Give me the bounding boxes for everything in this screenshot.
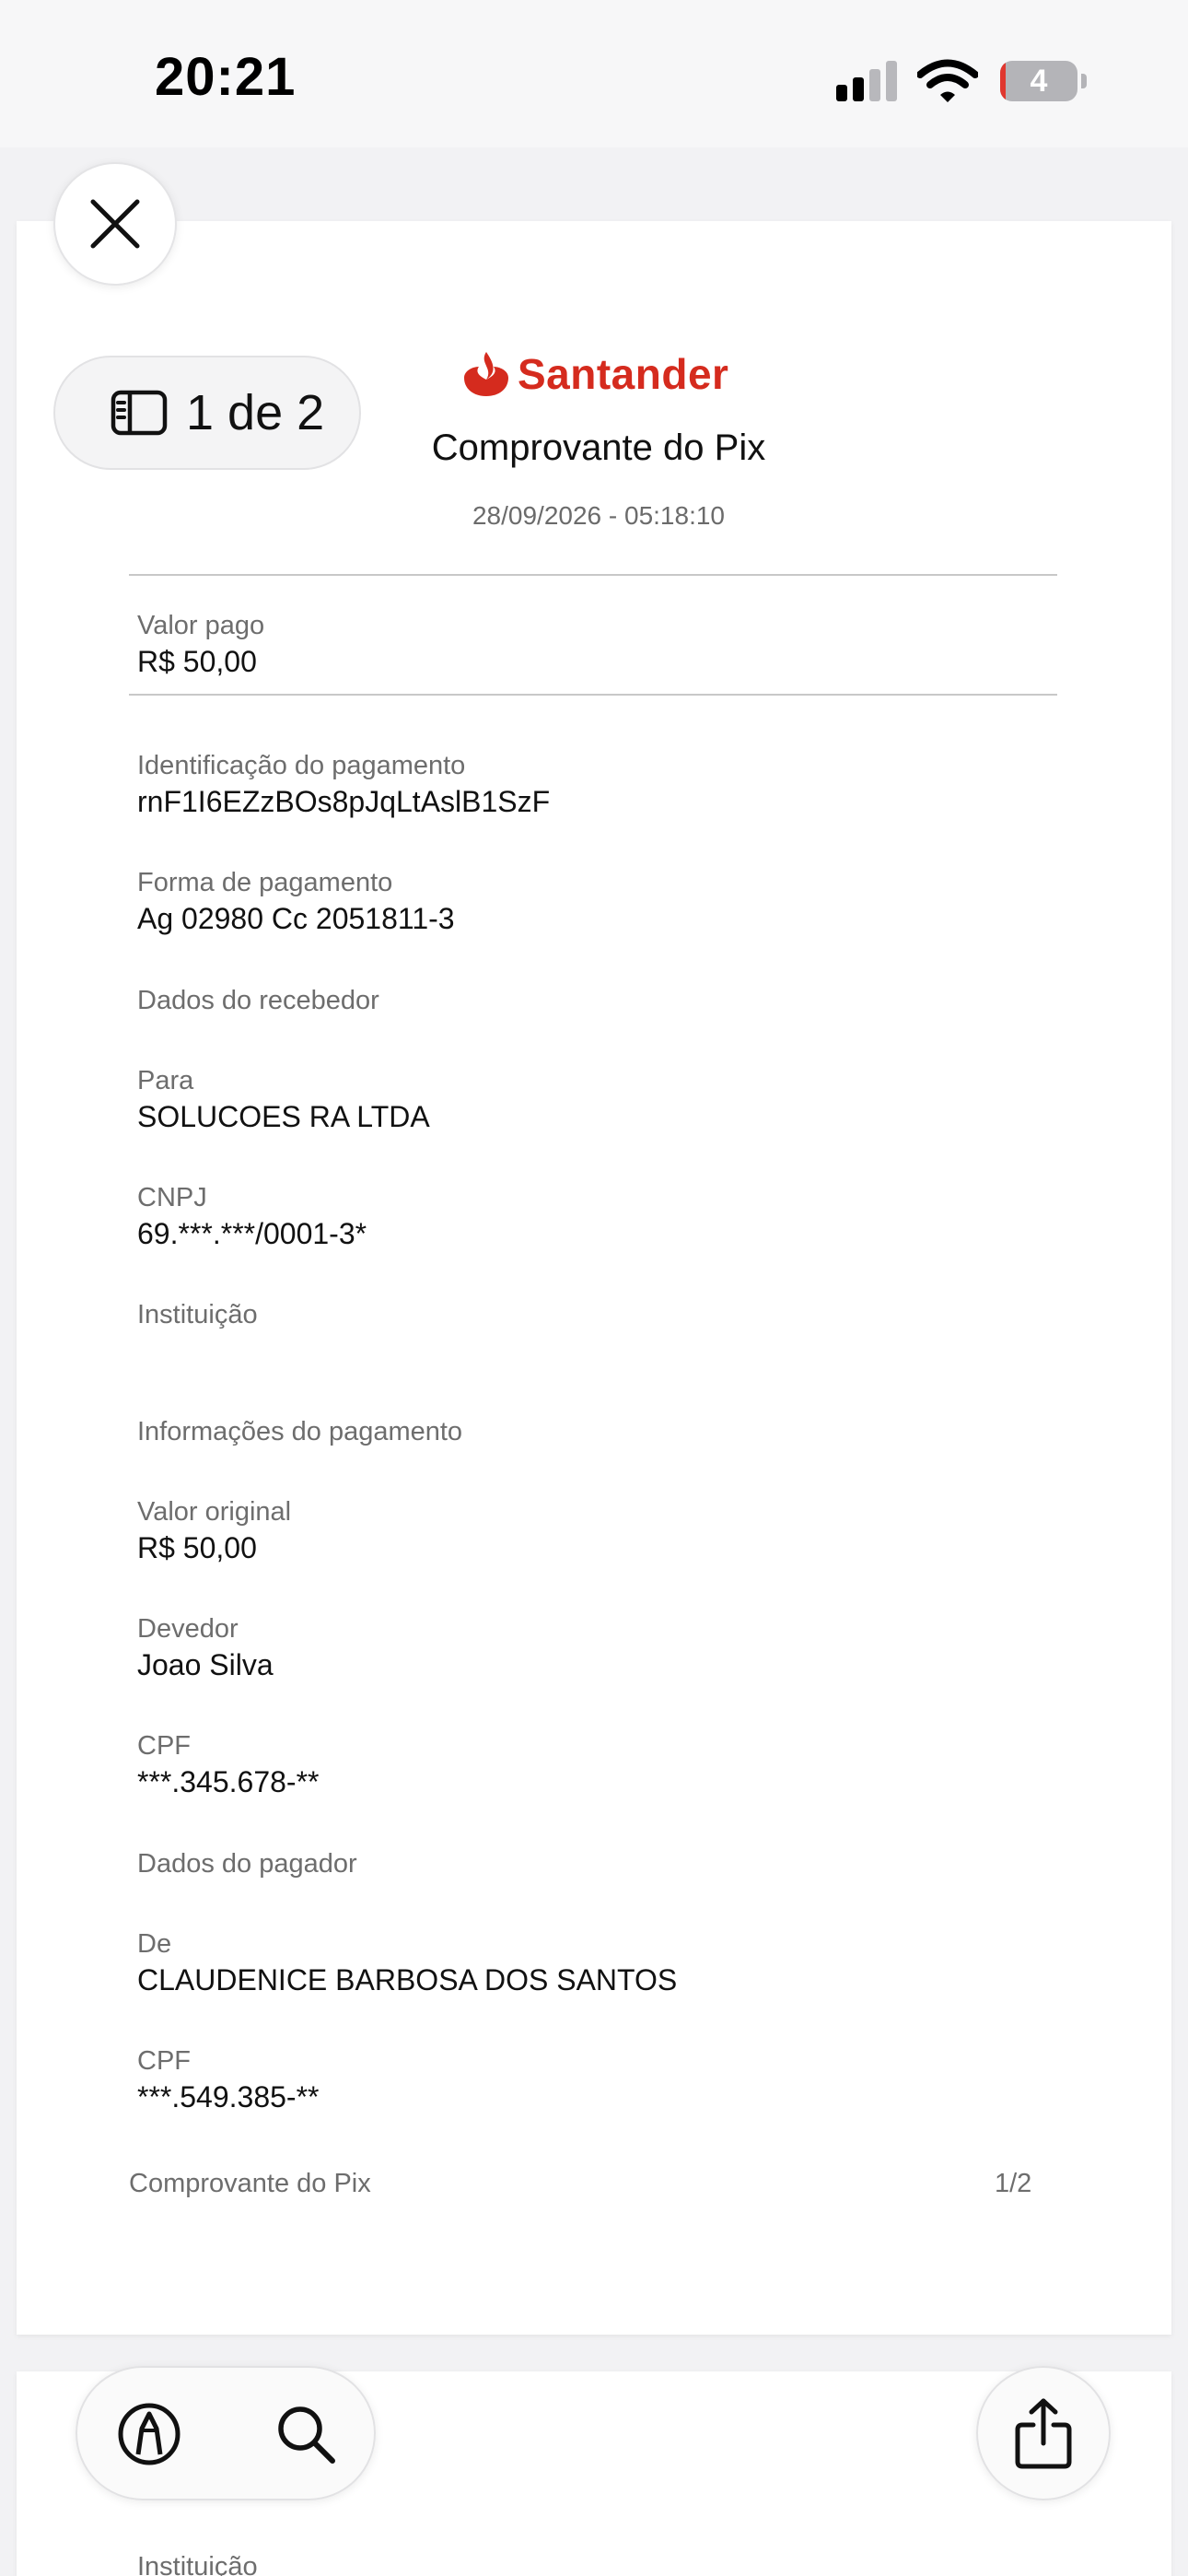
forma-pagamento-value: Ag 02980 Cc 2051811-3 [137, 902, 455, 935]
devedor-cpf-value: ***.345.678-** [137, 1765, 320, 1798]
brand-name: Santander [518, 350, 729, 398]
devedor-label: Devedor [137, 1614, 239, 1644]
next-page-instituicao-label: Instituição [137, 2552, 258, 2576]
devedor-cpf-label: CPF [137, 1731, 191, 1761]
instituicao-label: Instituição [137, 1300, 258, 1329]
valor-original-value: R$ 50,00 [137, 1531, 257, 1564]
page-footer-title: Comprovante do Pix [129, 2169, 371, 2198]
flame-icon [464, 352, 508, 396]
de-label: De [137, 1929, 172, 1959]
bottom-tools [76, 2366, 376, 2500]
markup-button[interactable] [111, 2395, 188, 2473]
para-label: Para [137, 1066, 194, 1095]
section-pagador: Dados do pagador [137, 1849, 357, 1879]
markup-pen-icon [118, 2403, 181, 2465]
pagador-cpf-label: CPF [137, 2046, 191, 2076]
document-title: Comprovante do Pix [431, 427, 766, 468]
search-button[interactable] [267, 2395, 344, 2473]
document-page [17, 221, 1171, 2335]
battery-indicator: 4 [1000, 61, 1087, 101]
battery-percent: 4 [1030, 64, 1048, 99]
valor-pago-label: Valor pago [137, 611, 265, 640]
forma-pagamento-label: Forma de pagamento [137, 868, 393, 897]
document-datetime: 28/09/2026 - 05:18:10 [472, 501, 725, 530]
share-button[interactable] [976, 2366, 1111, 2500]
page-footer-number: 1/2 [995, 2169, 1032, 2198]
identificacao-value: rnF1I6EZzBOs8pJqLtAslB1SzF [137, 785, 551, 818]
search-icon [278, 2406, 335, 2464]
wifi-icon [917, 59, 978, 102]
status-time: 20:21 [155, 47, 297, 107]
cnpj-value: 69.***.***/0001-3* [137, 1217, 367, 1250]
pagador-cpf-value: ***.549.385-** [137, 2080, 320, 2113]
valor-original-label: Valor original [137, 1497, 292, 1527]
cnpj-label: CNPJ [137, 1183, 207, 1212]
close-button[interactable] [53, 162, 177, 286]
de-value: CLAUDENICE BARBOSA DOS SANTOS [137, 1963, 678, 1996]
section-recebedor: Dados do recebedor [137, 986, 379, 1015]
devedor-value: Joao Silva [137, 1648, 274, 1681]
share-icon [1015, 2398, 1072, 2469]
para-value: SOLUCOES RA LTDA [137, 1100, 430, 1133]
santander-logo: Santander [460, 346, 728, 402]
cellular-signal-icon [836, 61, 897, 101]
divider-top [129, 574, 1057, 576]
section-informacoes: Informações do pagamento [137, 1417, 463, 1446]
valor-pago-value: R$ 50,00 [137, 645, 257, 678]
identificacao-label: Identificação do pagamento [137, 751, 466, 780]
close-icon [90, 199, 140, 249]
status-bar: 20:21 4 [0, 0, 1188, 147]
divider-bottom [129, 694, 1057, 696]
